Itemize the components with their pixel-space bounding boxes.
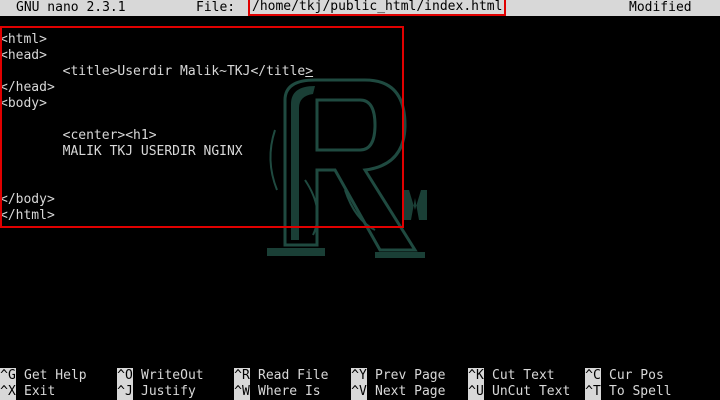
shortcut-label: Read File xyxy=(258,368,329,383)
shortcut-label: Exit xyxy=(24,384,56,399)
shortcut-key: ^J xyxy=(117,384,133,400)
shortcut-justify[interactable]: ^J Justify xyxy=(117,384,196,400)
shortcut-key: ^U xyxy=(468,384,484,400)
shortcut-label: WriteOut xyxy=(141,368,204,383)
app-version: GNU nano 2.3.1 xyxy=(16,0,126,15)
shortcut-cut-text[interactable]: ^K Cut Text xyxy=(468,368,555,384)
shortcut-writeout[interactable]: ^O WriteOut xyxy=(117,368,204,384)
shortcut-exit[interactable]: ^X Exit xyxy=(0,384,55,400)
shortcut-key: ^K xyxy=(468,368,484,384)
shortcut-label: Cur Pos xyxy=(609,368,664,383)
shortcut-bar: ^G Get Help ^O WriteOut ^R Read File ^Y Prev… xyxy=(0,368,720,400)
shortcut-key: ^W xyxy=(234,384,250,400)
shortcut-label: Where Is xyxy=(258,384,321,399)
shortcut-key: ^T xyxy=(585,384,601,400)
shortcut-label: To Spell xyxy=(609,384,672,399)
file-label: File: xyxy=(196,0,236,15)
shortcut-key: ^X xyxy=(0,384,16,400)
shortcut-get-help[interactable]: ^G Get Help xyxy=(0,368,87,384)
shortcut-prev-page[interactable]: ^Y Prev Page xyxy=(351,368,445,384)
shortcut-where-is[interactable]: ^W Where Is xyxy=(234,384,321,400)
shortcut-key: ^R xyxy=(234,368,250,384)
shortcut-cur-pos[interactable]: ^C Cur Pos xyxy=(585,368,664,384)
shortcut-label: Prev Page xyxy=(375,368,446,383)
shortcut-read-file[interactable]: ^R Read File xyxy=(234,368,328,384)
shortcut-key: ^Y xyxy=(351,368,367,384)
file-path: /home/tkj/public_html/index.html xyxy=(247,0,507,16)
title-bar: GNU nano 2.3.1 File: /home/tkj/public_ht… xyxy=(0,0,720,16)
shortcut-label: Cut Text xyxy=(492,368,555,383)
shortcut-key: ^G xyxy=(0,368,16,384)
shortcut-uncut-text[interactable]: ^U UnCut Text xyxy=(468,384,570,400)
shortcut-key: ^C xyxy=(585,368,601,384)
shortcut-key: ^V xyxy=(351,384,367,400)
shortcut-to-spell[interactable]: ^T To Spell xyxy=(585,384,672,400)
shortcut-label: Get Help xyxy=(24,368,87,383)
shortcut-key: ^O xyxy=(117,368,133,384)
shortcut-label: Justify xyxy=(141,384,196,399)
modified-status: Modified xyxy=(629,0,692,15)
shortcut-label: Next Page xyxy=(375,384,446,399)
shortcut-next-page[interactable]: ^V Next Page xyxy=(351,384,445,400)
highlight-annotation-box xyxy=(0,26,404,228)
shortcut-label: UnCut Text xyxy=(492,384,571,399)
